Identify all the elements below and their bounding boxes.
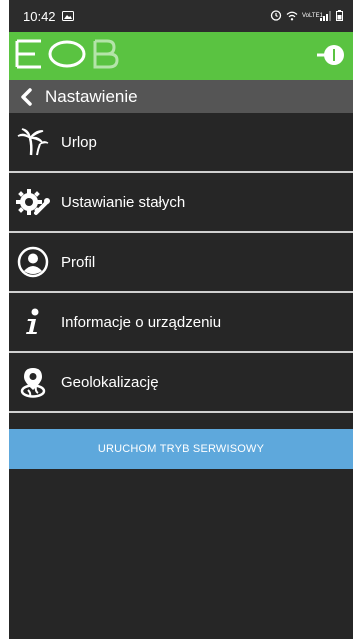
nav-bar: Nastawienie <box>9 80 353 113</box>
battery-icon <box>336 9 343 24</box>
network-label: VoLTE1 <box>302 13 323 19</box>
start-service-mode-button[interactable]: URUCHOM TRYB SERWISOWY <box>9 429 353 469</box>
menu-item-label: Profil <box>61 253 96 271</box>
power-button[interactable] <box>317 41 345 74</box>
palm-tree-icon <box>15 124 51 160</box>
menu-item-informacje[interactable]: Informacje o urządzeniu <box>9 293 353 353</box>
alarm-icon <box>270 9 282 24</box>
eob-logo <box>15 39 119 74</box>
menu-item-ustawianie-stalych[interactable]: Ustawianie stałych <box>9 173 353 233</box>
settings-menu: Urlop Ustawianie stałych Profil Informac… <box>9 113 353 413</box>
user-circle-icon <box>15 244 51 280</box>
menu-item-label: Geolokalizację <box>61 373 159 391</box>
app-header <box>9 32 353 80</box>
menu-item-label: Informacje o urządzeniu <box>61 313 222 331</box>
signal-icon <box>320 9 332 24</box>
wifi-icon <box>286 9 298 24</box>
power-icon <box>317 45 345 73</box>
app-screen: 10:42 VoLTE1 Nastawienie Urlop Ustawiani… <box>9 0 353 639</box>
chevron-left-icon[interactable] <box>19 87 33 106</box>
gallery-icon <box>61 9 74 24</box>
menu-item-urlop[interactable]: Urlop <box>9 113 353 173</box>
status-time: 10:42 <box>23 8 56 24</box>
gears-icon <box>15 184 51 220</box>
menu-item-geolokalizacja[interactable]: Geolokalizację <box>9 353 353 413</box>
page-title: Nastawienie <box>45 86 138 106</box>
menu-item-label: Ustawianie stałych <box>61 193 186 211</box>
menu-item-profil[interactable]: Profil <box>9 233 353 293</box>
menu-item-label: Urlop <box>61 133 97 151</box>
info-icon <box>15 304 51 340</box>
status-bar: 10:42 VoLTE1 <box>9 0 353 32</box>
geolocation-icon <box>15 364 51 400</box>
